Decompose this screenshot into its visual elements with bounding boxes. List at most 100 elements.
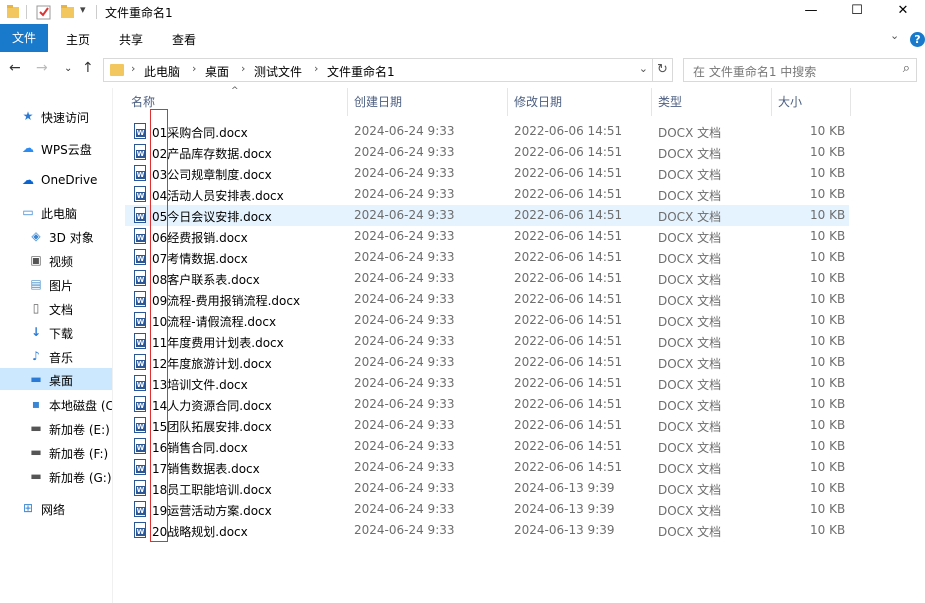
- sidebar-item-label: 视频: [49, 255, 74, 269]
- file-modified-date: 2022-06-06 14:51: [514, 208, 623, 222]
- file-name[interactable]: 11年度费用计划表.docx: [152, 334, 284, 351]
- sidebar-item-downloads[interactable]: ↓ 下载: [0, 321, 112, 343]
- help-button[interactable]: ?: [910, 32, 925, 47]
- sidebar-item-videos[interactable]: ▣ 视频: [0, 249, 112, 271]
- sidebar-item-pictures[interactable]: ▤ 图片: [0, 273, 112, 295]
- file-name[interactable]: 04活动人员安排表.docx: [152, 187, 284, 204]
- file-row[interactable]: W 07考情数据.docx 2024-06-24 9:33 2022-06-06 14…: [125, 247, 849, 268]
- file-row[interactable]: W 20战略规划.docx 2024-06-24 9:33 2024-06-13 9:…: [125, 520, 849, 541]
- breadcrumb-this-pc[interactable]: 此电脑: [144, 63, 180, 80]
- sidebar-item-3d-objects[interactable]: ◈ 3D 对象: [0, 225, 112, 247]
- column-header-created[interactable]: 创建日期: [354, 93, 402, 115]
- column-divider[interactable]: [651, 88, 652, 116]
- sidebar-item-music[interactable]: ♪ 音乐: [0, 345, 112, 367]
- cube-icon: ◈: [31, 229, 41, 243]
- chevron-right-icon[interactable]: ›: [192, 62, 196, 75]
- sidebar-item-network[interactable]: ⊞ 网络: [0, 497, 112, 519]
- word-document-icon: W: [134, 396, 146, 412]
- chevron-right-icon[interactable]: ›: [241, 62, 245, 75]
- column-divider[interactable]: [771, 88, 772, 116]
- column-divider[interactable]: [507, 88, 508, 116]
- search-icon[interactable]: ⌕: [903, 61, 910, 76]
- chevron-right-icon[interactable]: ›: [131, 62, 135, 75]
- file-row[interactable]: W 14人力资源合同.docx 2024-06-24 9:33 2022-06-06 …: [125, 394, 849, 415]
- file-row[interactable]: W 04活动人员安排表.docx 2024-06-24 9:33 2022-06-06…: [125, 184, 849, 205]
- tab-file[interactable]: 文件: [0, 24, 48, 52]
- file-name[interactable]: 10流程-请假流程.docx: [152, 313, 276, 330]
- pane-divider[interactable]: [112, 88, 113, 603]
- file-row[interactable]: W 13培训文件.docx 2024-06-24 9:33 2022-06-06 14…: [125, 373, 849, 394]
- sidebar-item-volume-f[interactable]: ▬ 新加卷 (F:): [0, 441, 112, 463]
- close-button[interactable]: ✕: [880, 0, 925, 24]
- sidebar-item-volume-g[interactable]: ▬ 新加卷 (G:): [0, 465, 112, 487]
- file-name[interactable]: 15团队拓展安排.docx: [152, 418, 272, 435]
- file-row[interactable]: W 19运营活动方案.docx 2024-06-24 9:33 2024-06-13 …: [125, 499, 849, 520]
- file-row[interactable]: W 02产品库存数据.docx 2024-06-24 9:33 2022-06-06 …: [125, 142, 849, 163]
- search-input[interactable]: 在 文件重命名1 中搜索 ⌕: [683, 58, 917, 82]
- refresh-icon[interactable]: ↻: [653, 58, 673, 82]
- file-row[interactable]: W 11年度费用计划表.docx 2024-06-24 9:33 2022-06-06…: [125, 331, 849, 352]
- column-divider[interactable]: [347, 88, 348, 116]
- sidebar-item-onedrive[interactable]: ☁ OneDrive: [0, 169, 112, 191]
- sidebar-item-desktop[interactable]: ▬ 桌面: [0, 368, 112, 390]
- forward-arrow-icon[interactable]: →: [36, 60, 48, 76]
- file-row[interactable]: W 15团队拓展安排.docx 2024-06-24 9:33 2022-06-06 …: [125, 415, 849, 436]
- file-row[interactable]: W 01采购合同.docx 2024-06-24 9:33 2022-06-06 14…: [125, 121, 849, 142]
- file-row[interactable]: W 17销售数据表.docx 2024-06-24 9:33 2022-06-06 1…: [125, 457, 849, 478]
- file-row[interactable]: W 06经费报销.docx 2024-06-24 9:33 2022-06-06 14…: [125, 226, 849, 247]
- file-row[interactable]: W 09流程-费用报销流程.docx 2024-06-24 9:33 2022-06-…: [125, 289, 849, 310]
- tab-view[interactable]: 查看: [172, 31, 196, 48]
- tab-home[interactable]: 主页: [66, 31, 90, 48]
- sidebar-item-documents[interactable]: ▯ 文档: [0, 297, 112, 319]
- breadcrumb-desktop[interactable]: 桌面: [205, 63, 229, 80]
- file-name[interactable]: 19运营活动方案.docx: [152, 502, 272, 519]
- file-row[interactable]: W 12年度旅游计划.docx 2024-06-24 9:33 2022-06-06 …: [125, 352, 849, 373]
- file-size: 10 KB: [810, 166, 846, 180]
- sidebar-item-quick-access[interactable]: ★ 快速访问: [0, 105, 112, 127]
- navigation-bar: ← → ⌄ ↑ › 此电脑 › 桌面 › 测试文件 › 文件重命名1 ⌄ ↻ 在…: [0, 55, 925, 85]
- column-header-type[interactable]: 类型: [658, 93, 682, 115]
- back-arrow-icon[interactable]: ←: [9, 60, 21, 76]
- expand-ribbon-icon[interactable]: ⌄: [890, 29, 899, 42]
- sidebar-item-wps-cloud[interactable]: ☁ WPS云盘: [0, 137, 112, 159]
- file-size: 10 KB: [810, 376, 846, 390]
- recent-locations-icon[interactable]: ⌄: [64, 63, 72, 74]
- file-name[interactable]: 03公司规章制度.docx: [152, 166, 272, 183]
- file-name[interactable]: 14人力资源合同.docx: [152, 397, 272, 414]
- file-row[interactable]: W 03公司规章制度.docx 2024-06-24 9:33 2022-06-06 …: [125, 163, 849, 184]
- file-name[interactable]: 12年度旅游计划.docx: [152, 355, 272, 372]
- file-row[interactable]: W 08客户联系表.docx 2024-06-24 9:33 2022-06-06 1…: [125, 268, 849, 289]
- column-header-size[interactable]: 大小: [778, 93, 802, 115]
- minimize-button[interactable]: —: [788, 0, 834, 24]
- cloud-icon: ☁: [22, 141, 34, 155]
- file-row[interactable]: W 18员工职能培训.docx 2024-06-24 9:33 2024-06-13 …: [125, 478, 849, 499]
- breadcrumb-test-files[interactable]: 测试文件: [254, 63, 302, 80]
- new-folder-icon[interactable]: [60, 4, 76, 20]
- file-name[interactable]: 05今日会议安排.docx: [152, 208, 272, 225]
- file-created-date: 2024-06-24 9:33: [354, 313, 455, 327]
- file-row[interactable]: W 16销售合同.docx 2024-06-24 9:33 2022-06-06 14…: [125, 436, 849, 457]
- sidebar-item-this-pc[interactable]: ▭ 此电脑: [0, 201, 112, 223]
- file-name[interactable]: 02产品库存数据.docx: [152, 145, 272, 162]
- file-name[interactable]: 18员工职能培训.docx: [152, 481, 272, 498]
- maximize-button[interactable]: ☐: [834, 0, 880, 24]
- column-header-modified[interactable]: 修改日期: [514, 93, 562, 115]
- file-modified-date: 2022-06-06 14:51: [514, 334, 623, 348]
- sidebar-item-local-disk-c[interactable]: ▪ 本地磁盘 (C: [0, 393, 112, 415]
- sidebar-item-volume-e[interactable]: ▬ 新加卷 (E:): [0, 417, 112, 439]
- properties-icon[interactable]: [36, 4, 52, 20]
- file-modified-date: 2022-06-06 14:51: [514, 418, 623, 432]
- file-name[interactable]: 17销售数据表.docx: [152, 460, 260, 477]
- address-bar[interactable]: › 此电脑 › 桌面 › 测试文件 › 文件重命名1 ⌄: [103, 58, 653, 82]
- up-arrow-icon[interactable]: ↑: [82, 60, 94, 76]
- address-dropdown-icon[interactable]: ⌄: [639, 62, 648, 75]
- chevron-right-icon[interactable]: ›: [314, 62, 318, 75]
- breadcrumb-current[interactable]: 文件重命名1: [327, 63, 395, 80]
- column-divider[interactable]: [850, 88, 851, 116]
- file-name[interactable]: 09流程-费用报销流程.docx: [152, 292, 300, 309]
- file-row[interactable]: W 05今日会议安排.docx 2024-06-24 9:33 2022-06-06 …: [125, 205, 849, 226]
- tab-share[interactable]: 共享: [119, 31, 143, 48]
- file-name[interactable]: 08客户联系表.docx: [152, 271, 260, 288]
- file-row[interactable]: W 10流程-请假流程.docx 2024-06-24 9:33 2022-06-06…: [125, 310, 849, 331]
- quick-access-dropdown-icon[interactable]: ▾: [80, 3, 86, 16]
